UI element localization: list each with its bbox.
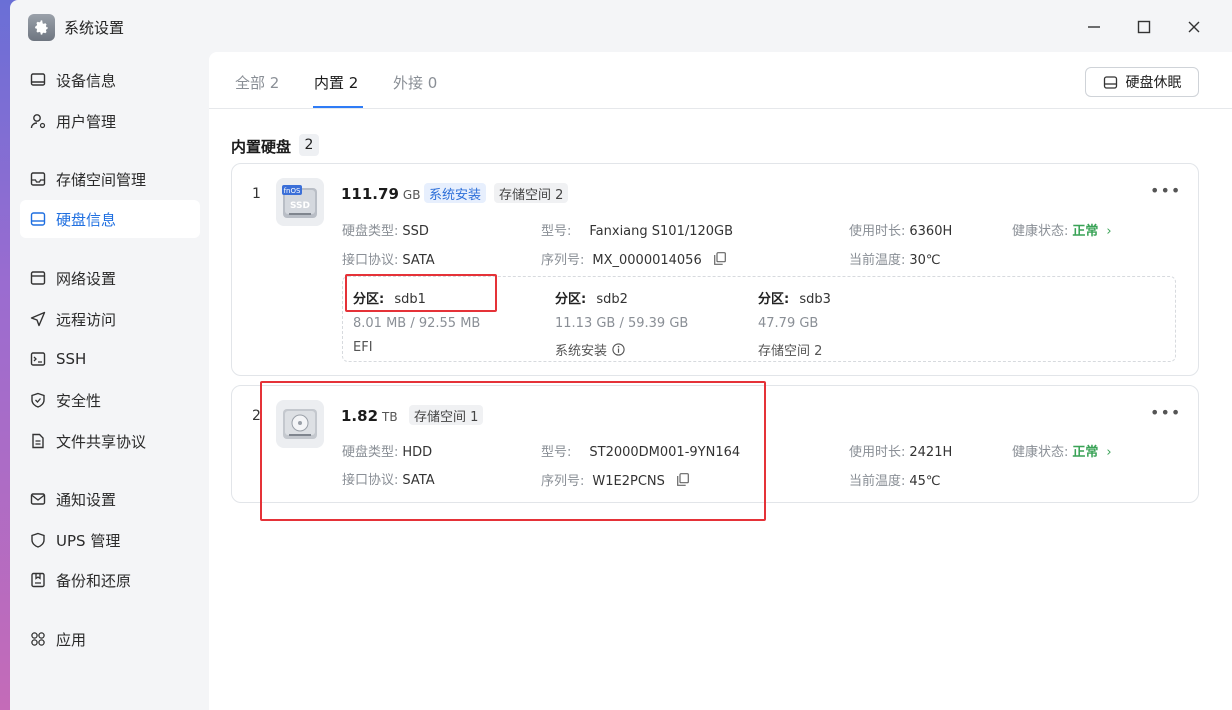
- sidebar-item-label: 通知设置: [56, 490, 117, 509]
- disk-health-field[interactable]: 健康状态: 正常 ›: [1012, 441, 1112, 460]
- settings-window: 系统设置 设备信息 用户管理 存储空间管理 硬盘信息 网络设置 远程访问 SSH…: [10, 0, 1232, 710]
- disk-hours-field: 使用时长: 6360H: [849, 224, 953, 239]
- ssd-icon: fnOS SSD: [276, 178, 324, 226]
- sidebar-item-user-management[interactable]: 用户管理: [20, 102, 200, 140]
- sidebar-item-remote-access[interactable]: 远程访问: [20, 300, 200, 338]
- disk-sleep-label: 硬盘休眠: [1125, 75, 1182, 91]
- title-bar: 系统设置: [10, 0, 1232, 52]
- shield-check-icon: [30, 392, 46, 408]
- disk-index: 1: [252, 186, 261, 202]
- sidebar: 设备信息 用户管理 存储空间管理 硬盘信息 网络设置 远程访问 SSH 安全性: [10, 52, 209, 710]
- sidebar-item-label: 文件共享协议: [56, 432, 147, 451]
- partition-item: 分区: sdb2 11.13 GB / 59.39 GB 系统安装: [555, 292, 689, 359]
- disk-interface-field: 接口协议: SATA: [342, 253, 435, 268]
- terminal-icon: [30, 351, 46, 367]
- sidebar-item-label: 网络设置: [56, 269, 117, 288]
- disk-type-field: 硬盘类型: SSD: [342, 224, 429, 239]
- disk-capacity: 111.79 GB: [341, 185, 421, 203]
- tab-internal[interactable]: 内置 2: [314, 72, 358, 93]
- backup-icon: [30, 572, 46, 588]
- ssd-type-label: SSD: [290, 201, 310, 211]
- capacity-unit: GB: [402, 188, 421, 202]
- sidebar-item-disk-info[interactable]: 硬盘信息: [20, 200, 200, 238]
- user-icon: [30, 113, 46, 129]
- ssd-brand-label: fnOS: [284, 187, 301, 195]
- sidebar-item-label: 备份和还原: [56, 571, 132, 590]
- apps-icon: [30, 631, 46, 647]
- disk-temp-field: 当前温度: 30℃: [849, 253, 941, 268]
- sidebar-item-device-info[interactable]: 设备信息: [20, 61, 200, 99]
- disk-count-badge: 2: [299, 134, 319, 156]
- sidebar-item-file-sharing[interactable]: 文件共享协议: [20, 422, 200, 460]
- info-icon[interactable]: [612, 343, 625, 356]
- maximize-button[interactable]: [1129, 12, 1159, 42]
- sidebar-item-label: 安全性: [56, 391, 102, 410]
- sidebar-item-storage-management[interactable]: 存储空间管理: [20, 160, 200, 198]
- disk-serial-field: 序列号: MX_0000014056: [541, 249, 726, 269]
- sidebar-item-backup[interactable]: 备份和还原: [20, 561, 200, 599]
- file-icon: [30, 433, 46, 449]
- sidebar-item-label: 远程访问: [56, 310, 117, 329]
- sidebar-item-label: 设备信息: [56, 71, 117, 90]
- sidebar-item-label: 存储空间管理: [56, 170, 147, 189]
- partition-item: 分区: sdb3 47.79 GB 存储空间 2: [758, 292, 831, 359]
- disk-temp-field: 当前温度: 45℃: [849, 474, 941, 489]
- active-tab-indicator: [313, 106, 363, 108]
- settings-gear-icon: [28, 14, 55, 41]
- chevron-right-icon: ›: [1106, 224, 1112, 239]
- sidebar-item-security[interactable]: 安全性: [20, 381, 200, 419]
- chevron-right-icon: ›: [1106, 445, 1112, 460]
- sidebar-item-ssh[interactable]: SSH: [20, 340, 200, 378]
- sidebar-item-label: 硬盘信息: [56, 210, 117, 229]
- highlight-box-hdd: [260, 381, 766, 521]
- tab-bar: 全部 2 内置 2 外接 0 硬盘休眠: [209, 52, 1232, 109]
- tab-external[interactable]: 外接 0: [393, 72, 437, 93]
- more-options-icon[interactable]: •••: [1150, 181, 1181, 200]
- mail-icon: [30, 491, 46, 507]
- sidebar-item-network[interactable]: 网络设置: [20, 259, 200, 297]
- sidebar-item-ups[interactable]: UPS 管理: [20, 521, 200, 559]
- more-options-icon[interactable]: •••: [1150, 403, 1181, 422]
- tag-storage-space: 存储空间 2: [494, 183, 569, 203]
- network-icon: [30, 270, 46, 286]
- storage-icon: [30, 171, 46, 187]
- disk-card-1[interactable]: 1 fnOS SSD 111.79 GB 系统安装 存储空间 2 ••• 硬盘类型…: [231, 163, 1199, 376]
- minimize-button[interactable]: [1079, 12, 1109, 42]
- sidebar-item-label: SSH: [56, 350, 87, 368]
- highlight-box-partition: [345, 274, 497, 312]
- disk-sleep-button[interactable]: 硬盘休眠: [1085, 67, 1199, 97]
- disk-hours-field: 使用时长: 2421H: [849, 445, 953, 460]
- close-button[interactable]: [1179, 12, 1209, 42]
- tag-system-install: 系统安装: [424, 183, 487, 203]
- sidebar-item-label: UPS 管理: [56, 531, 121, 550]
- send-icon: [30, 311, 46, 327]
- section-title: 内置硬盘: [231, 138, 292, 156]
- main-panel: 全部 2 内置 2 外接 0 硬盘休眠 内置硬盘 2 1 fnOS SSD 11…: [209, 52, 1232, 710]
- sidebar-item-notifications[interactable]: 通知设置: [20, 480, 200, 518]
- sidebar-item-label: 应用: [56, 630, 87, 649]
- copy-icon[interactable]: [713, 252, 726, 269]
- disk-health-field[interactable]: 健康状态: 正常 ›: [1012, 220, 1112, 239]
- disk-icon: [30, 211, 46, 227]
- disk-sleep-icon: [1103, 75, 1118, 90]
- disk-model-field: 型号: Fanxiang S101/120GB: [541, 224, 734, 239]
- tab-all[interactable]: 全部 2: [235, 72, 279, 93]
- sidebar-item-label: 用户管理: [56, 112, 117, 131]
- sidebar-item-apps[interactable]: 应用: [20, 620, 200, 658]
- window-title: 系统设置: [64, 19, 125, 37]
- ups-shield-icon: [30, 532, 46, 548]
- monitor-icon: [30, 72, 46, 88]
